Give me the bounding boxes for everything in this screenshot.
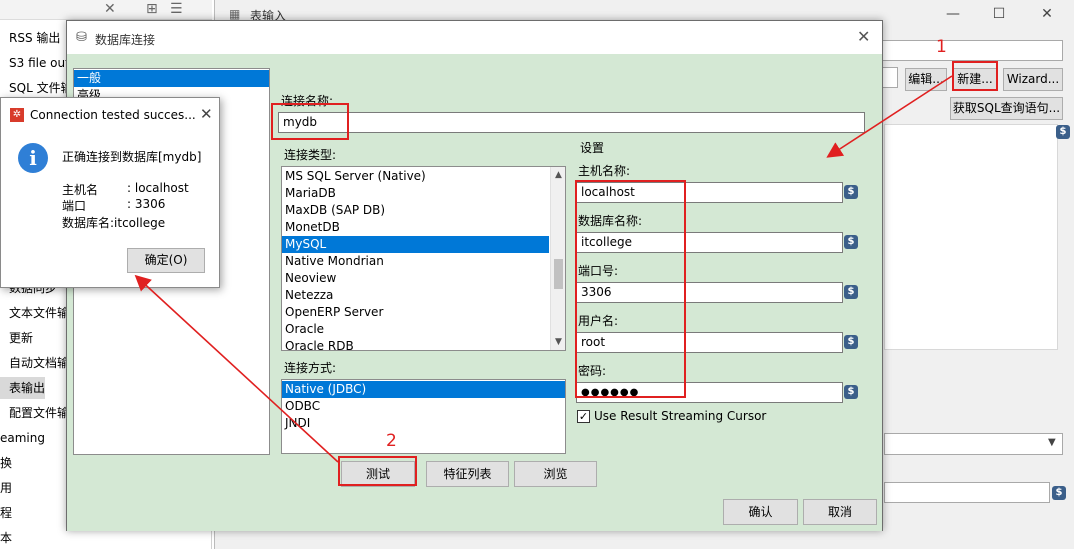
arrow-to-settings: [826, 75, 953, 158]
arrow-to-message: [134, 274, 339, 463]
annotation-arrows: [134, 75, 953, 463]
